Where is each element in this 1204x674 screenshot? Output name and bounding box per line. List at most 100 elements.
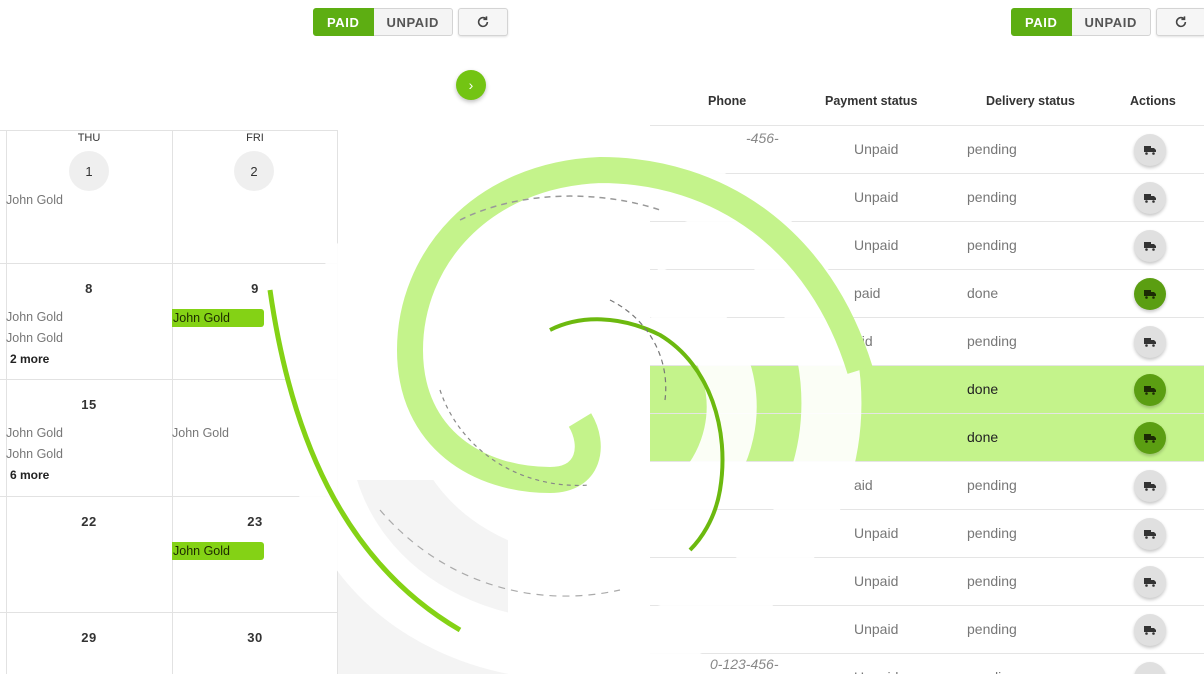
delivery-status-cell: pending <box>967 573 1017 589</box>
truck-icon <box>1144 338 1156 347</box>
more-events-link[interactable]: 2 more <box>10 352 49 366</box>
swirl-gray-line <box>439 389 591 487</box>
refresh-button[interactable] <box>457 8 508 36</box>
unpaid-filter-button[interactable]: UNPAID <box>1071 8 1151 36</box>
payment-status-cell: Unpaid <box>854 573 899 589</box>
delivery-status-cell: pending <box>967 621 1017 637</box>
payment-status-cell: aid <box>854 477 873 493</box>
truck-icon <box>1144 290 1156 299</box>
mark-delivered-button[interactable] <box>1134 470 1166 502</box>
truck-icon <box>1144 242 1156 251</box>
refresh-icon <box>477 16 489 28</box>
calendar-row-divider <box>0 612 338 613</box>
mark-delivered-button[interactable] <box>1134 374 1166 406</box>
column-header-phone[interactable]: Phone <box>708 94 746 108</box>
swirl-gray-line <box>459 195 661 221</box>
calendar-event[interactable]: John Gold <box>6 193 63 207</box>
payment-status-cell: paid <box>854 285 881 301</box>
mark-delivered-button[interactable] <box>1134 422 1166 454</box>
day-22[interactable]: 22 <box>6 514 172 529</box>
payment-status-cell: Unpaid <box>854 525 899 541</box>
table-row[interactable]: Unpaid pending <box>650 125 1204 173</box>
delivery-status-cell: done <box>967 429 999 445</box>
weekday-fri: FRI <box>246 132 264 144</box>
payment-filter-toggle-right: PAID UNPAID <box>1011 8 1204 36</box>
day-29[interactable]: 29 <box>6 630 172 645</box>
mark-delivered-button[interactable] <box>1134 566 1166 598</box>
truck-icon <box>1144 626 1156 635</box>
truck-icon <box>1144 482 1156 491</box>
payment-status-cell: Unpaid <box>854 141 899 157</box>
delivery-status-cell: pending <box>967 669 1017 674</box>
mark-delivered-button[interactable] <box>1134 230 1166 262</box>
column-header-payment-status[interactable]: Payment status <box>825 94 917 108</box>
table-row[interactable]: Unpaid pending <box>650 653 1204 674</box>
payment-status-cell: Unpaid <box>854 669 898 674</box>
table-row[interactable]: Unpaid pending <box>650 509 1204 557</box>
delivery-status-cell: pending <box>967 477 1017 493</box>
weekday-thu: THU <box>77 132 101 144</box>
calendar-top-border <box>0 130 338 131</box>
day-9[interactable]: 9 <box>172 281 338 296</box>
delivery-status-cell: pending <box>967 333 1017 349</box>
payment-status-cell: Unpaid <box>854 189 899 205</box>
calendar-event[interactable]: John Gold <box>6 426 63 440</box>
column-header-actions: Actions <box>1130 94 1176 108</box>
calendar-row-divider <box>0 379 338 380</box>
truck-icon <box>1144 194 1156 203</box>
calendar-event-paid[interactable]: John Gold <box>172 309 264 327</box>
day-15[interactable]: 15 <box>6 397 172 412</box>
calendar-event[interactable]: John Gold <box>6 310 63 324</box>
refresh-button[interactable] <box>1155 8 1204 36</box>
table-row[interactable]: Unpaid pending <box>650 557 1204 605</box>
day-2[interactable]: 2 <box>234 151 274 191</box>
calendar-event[interactable]: John Gold <box>6 331 63 345</box>
delivery-status-cell: done <box>967 381 999 397</box>
delivery-status-cell: pending <box>967 525 1017 541</box>
truck-icon <box>1144 386 1156 395</box>
mark-delivered-button[interactable] <box>1134 134 1166 166</box>
refresh-icon <box>1175 16 1187 28</box>
column-header-delivery-status[interactable]: Delivery status <box>986 94 1075 108</box>
mark-delivered-button[interactable] <box>1134 326 1166 358</box>
mark-delivered-button[interactable] <box>1134 182 1166 214</box>
day-23[interactable]: 23 <box>172 514 338 529</box>
day-30[interactable]: 30 <box>172 630 338 645</box>
unpaid-filter-button[interactable]: UNPAID <box>373 8 453 36</box>
delivery-status-cell: pending <box>967 141 1017 157</box>
truck-icon <box>1144 146 1156 155</box>
table-row[interactable]: done <box>650 413 1204 461</box>
expand-panel-button[interactable]: › <box>456 70 486 100</box>
truck-icon <box>1144 434 1156 443</box>
table-row[interactable]: aid pending <box>650 317 1204 365</box>
truck-icon <box>1144 530 1156 539</box>
table-row[interactable]: aid pending <box>650 461 1204 509</box>
mark-delivered-button[interactable] <box>1134 278 1166 310</box>
table-row[interactable]: Unpaid pending <box>650 221 1204 269</box>
calendar-outside-month-cell <box>338 480 508 674</box>
table-row[interactable]: Unpaid pending <box>650 173 1204 221</box>
paid-filter-button[interactable]: PAID <box>313 8 374 36</box>
payment-filter-toggle-left: PAID UNPAID <box>313 8 508 36</box>
payment-status-cell: Unpaid <box>854 237 899 253</box>
truck-icon <box>1144 578 1156 587</box>
calendar-column-divider <box>172 130 173 674</box>
mark-delivered-button[interactable] <box>1134 614 1166 646</box>
table-row[interactable]: done <box>650 365 1204 413</box>
more-events-link[interactable]: 6 more <box>10 468 49 482</box>
mark-delivered-button[interactable] <box>1134 662 1166 674</box>
calendar-event[interactable]: John Gold <box>172 426 229 440</box>
table-row[interactable]: paid done <box>650 269 1204 317</box>
day-8[interactable]: 8 <box>6 281 172 296</box>
calendar-row-divider <box>0 263 338 264</box>
calendar-event[interactable]: John Gold <box>6 447 63 461</box>
paid-filter-button[interactable]: PAID <box>1011 8 1072 36</box>
orders-table: Phone Payment status Delivery status Act… <box>650 80 1204 674</box>
day-1[interactable]: 1 <box>69 151 109 191</box>
table-row[interactable]: Unpaid pending <box>650 605 1204 653</box>
calendar-event-paid[interactable]: John Gold <box>172 542 264 560</box>
calendar-month-view: THU FRI 1 2 John Gold 8 9 John Gold John… <box>0 130 338 674</box>
payment-status-cell: aid <box>854 333 873 349</box>
chevron-right-icon: › <box>468 77 474 93</box>
mark-delivered-button[interactable] <box>1134 518 1166 550</box>
